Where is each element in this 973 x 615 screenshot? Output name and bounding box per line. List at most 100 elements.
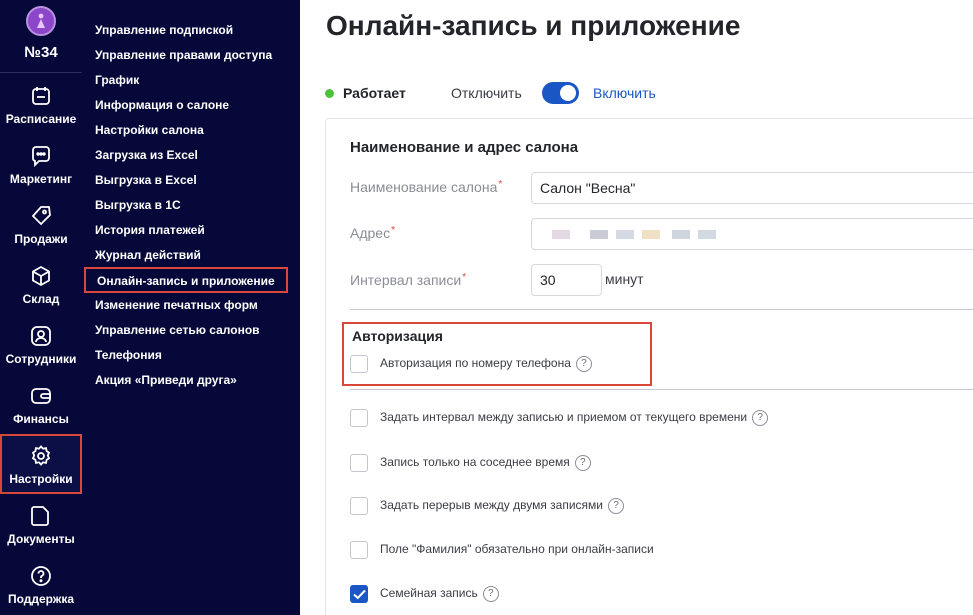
box-icon: [32, 265, 50, 287]
rail-item-label: Финансы: [13, 412, 69, 426]
calendar-icon: [32, 87, 50, 105]
redacted-text: [698, 230, 716, 239]
rail-item-label: Документы: [7, 532, 75, 546]
submenu-item-online-booking[interactable]: Онлайн-запись и приложение: [84, 267, 288, 293]
interval-input[interactable]: 30: [531, 264, 602, 296]
submenu-item-action-log[interactable]: Журнал действий: [95, 245, 201, 265]
submenu-item-access-rights[interactable]: Управление правами доступа: [95, 45, 272, 65]
status-dot: [325, 89, 334, 98]
salon-name-label-text: Наименование салона: [350, 179, 498, 195]
rail-item-label: Склад: [22, 292, 60, 306]
option-break-between[interactable]: Задать перерыв между двумя записями?: [350, 495, 950, 517]
help-icon[interactable]: ?: [607, 498, 624, 514]
option-interval-from-now[interactable]: Задать интервал между записью и приемом …: [350, 407, 950, 429]
submenu-item-salon-info[interactable]: Информация о салоне: [95, 95, 229, 115]
checkbox[interactable]: [350, 497, 368, 515]
option-label: Авторизация по номеру телефона?: [380, 356, 592, 372]
interval-unit: минут: [605, 271, 644, 287]
rail-item-support[interactable]: Поддержка: [0, 554, 82, 614]
submenu-item-excel-export[interactable]: Выгрузка в Excel: [95, 170, 197, 190]
submenu-item-subscription[interactable]: Управление подпиской: [95, 20, 233, 40]
toggle-knob: [560, 85, 576, 101]
rail-item-finance[interactable]: Финансы: [0, 374, 82, 434]
status-row: Работает Отключить Включить: [325, 82, 745, 104]
tag-icon: [31, 206, 51, 226]
rail-item-label: Сотрудники: [5, 352, 77, 366]
required-mark: *: [498, 179, 503, 190]
document-icon: [31, 506, 49, 526]
salon-name-input[interactable]: Салон "Весна": [531, 172, 973, 204]
submenu-item-salon-settings[interactable]: Настройки салона: [95, 120, 204, 140]
disable-label[interactable]: Отключить: [451, 85, 522, 101]
submenu-item-telephony[interactable]: Телефония: [95, 345, 162, 365]
rail-item-label: Поддержка: [7, 592, 75, 606]
help-icon[interactable]: ?: [575, 356, 592, 372]
checkbox[interactable]: [350, 454, 368, 472]
address-input[interactable]: [531, 218, 973, 250]
option-label-text: Задать интервал между записью и приемом …: [380, 410, 748, 425]
checkbox-checked[interactable]: [350, 585, 368, 603]
required-mark: *: [391, 225, 395, 236]
rail-item-settings[interactable]: Настройки: [0, 434, 82, 494]
rail-item-label: Расписание: [5, 112, 77, 126]
address-label: Адрес*: [350, 225, 395, 241]
rail-item-staff[interactable]: Сотрудники: [0, 314, 82, 374]
interval-label: Интервал записи*: [350, 272, 466, 288]
rail-item-marketing[interactable]: Маркетинг: [0, 134, 82, 194]
interval-label-text: Интервал записи: [350, 272, 462, 288]
help-icon[interactable]: ?: [574, 455, 591, 471]
address-label-text: Адрес: [350, 225, 391, 241]
submenu-item-salon-network[interactable]: Управление сетью салонов: [95, 320, 260, 340]
main-content: Онлайн-запись и приложение Работает Откл…: [300, 0, 973, 615]
option-adjacent-time[interactable]: Запись только на соседнее время?: [350, 452, 950, 474]
help-icon[interactable]: ?: [752, 410, 769, 426]
person-icon: [37, 13, 45, 28]
required-mark: *: [462, 272, 467, 283]
checkmark-icon: [353, 589, 366, 600]
help-icon: [31, 566, 51, 586]
rail-item-schedule[interactable]: Расписание: [0, 74, 82, 134]
page-title: Онлайн-запись и приложение: [326, 10, 741, 41]
salon-number: №34: [24, 44, 58, 61]
option-label-text: Семейная запись: [380, 586, 478, 601]
rail-item-warehouse[interactable]: Склад: [0, 254, 82, 314]
option-label: Семейная запись?: [380, 586, 499, 602]
salon-switcher[interactable]: №34: [0, 0, 82, 72]
status-text: Работает: [343, 85, 406, 101]
rail-item-sales[interactable]: Продажи: [0, 194, 82, 254]
settings-card: Наименование и адрес салона Наименование…: [325, 118, 973, 615]
option-surname-required[interactable]: Поле "Фамилия" обязательно при онлайн-за…: [350, 539, 950, 561]
main-rail: №34 Расписание Маркетинг Продажи Склад С…: [0, 0, 82, 615]
redacted-text: [590, 230, 608, 239]
settings-submenu: Управление подпиской Управление правами …: [82, 0, 300, 615]
rail-item-label: Маркетинг: [9, 172, 73, 186]
section-divider: [350, 389, 973, 390]
help-icon[interactable]: ?: [482, 586, 499, 602]
enable-toggle[interactable]: [542, 82, 579, 104]
enable-label[interactable]: Включить: [593, 85, 656, 101]
submenu-item-refer-friend[interactable]: Акция «Приведи друга»: [95, 370, 237, 390]
section-title: Наименование и адрес салона: [350, 139, 579, 156]
rail-item-documents[interactable]: Документы: [0, 494, 82, 554]
checkbox[interactable]: [350, 409, 368, 427]
checkbox[interactable]: [350, 355, 368, 373]
rail-item-label: Продажи: [14, 232, 68, 246]
redacted-text: [552, 230, 570, 239]
submenu-item-excel-import[interactable]: Загрузка из Excel: [95, 145, 198, 165]
salon-avatar: [26, 6, 56, 36]
option-label-text: Авторизация по номеру телефона: [380, 356, 571, 371]
option-label: Запись только на соседнее время?: [380, 455, 591, 471]
option-family-booking[interactable]: Семейная запись?: [350, 583, 950, 605]
rail-divider: [0, 72, 82, 73]
submenu-item-payment-history[interactable]: История платежей: [95, 220, 205, 240]
option-label: Задать перерыв между двумя записями?: [380, 498, 624, 514]
redacted-text: [672, 230, 690, 239]
option-phone-auth[interactable]: Авторизация по номеру телефона?: [350, 353, 950, 375]
redacted-text: [642, 230, 660, 239]
submenu-item-1c-export[interactable]: Выгрузка в 1С: [95, 195, 181, 215]
chat-icon: [32, 146, 50, 168]
submenu-item-print-forms[interactable]: Изменение печатных форм: [95, 295, 258, 315]
checkbox[interactable]: [350, 541, 368, 559]
submenu-item-schedule[interactable]: График: [95, 70, 139, 90]
rail-item-label: Настройки: [9, 472, 73, 486]
